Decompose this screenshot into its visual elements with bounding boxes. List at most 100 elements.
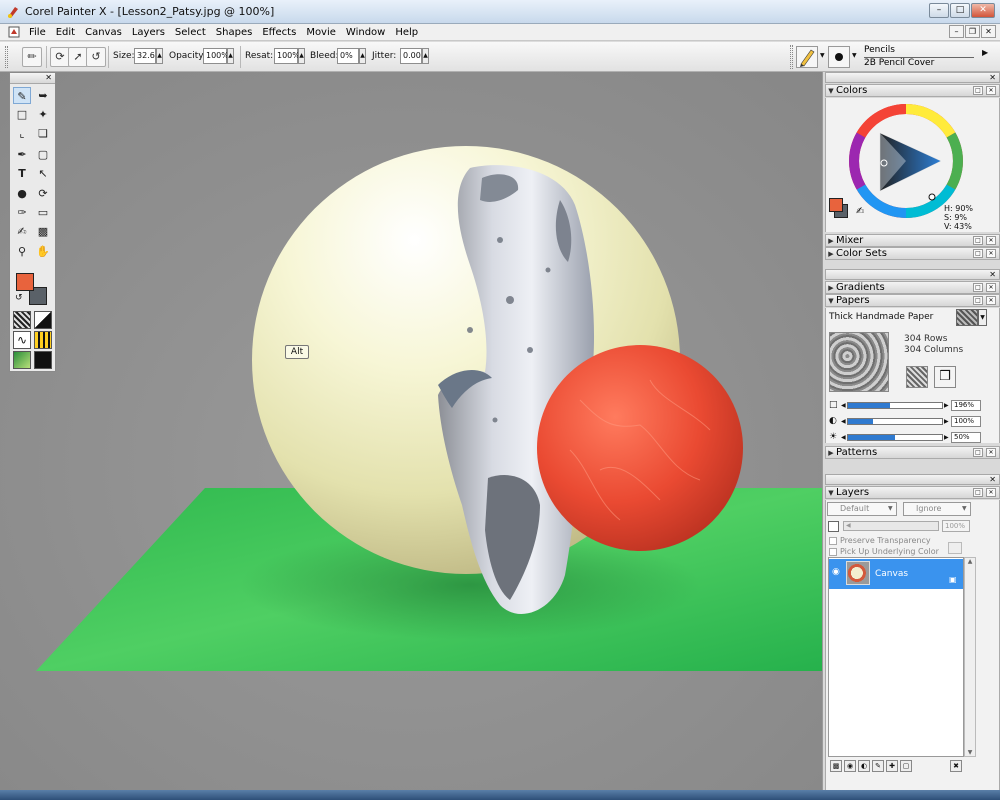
delete-layer-icon[interactable]: ✖ [950, 760, 962, 772]
contrast-right-arrow-icon[interactable]: ▶ [944, 418, 949, 425]
panel-options-icon[interactable]: □ [973, 86, 983, 95]
maximize-button[interactable]: □ [950, 3, 970, 18]
paper-contrast-value[interactable]: 100% [951, 416, 981, 427]
paper-selector-icon[interactable] [13, 311, 31, 329]
papers-panel-header[interactable]: ▼ Papers □ ✕ [825, 294, 1000, 307]
invert-paper-icon[interactable] [906, 366, 928, 388]
crop-icon[interactable]: ⌞ [13, 125, 31, 142]
pick-up-underlying-checkbox[interactable]: Pick Up Underlying Color [829, 547, 939, 556]
composite-method-select[interactable]: Default [827, 502, 897, 516]
pen-icon[interactable]: ✒ [13, 146, 31, 163]
brightness-right-arrow-icon[interactable]: ▶ [944, 434, 949, 441]
canvas-area[interactable] [0, 72, 822, 790]
brush-flyout-arrow-icon[interactable]: ▶ [982, 48, 988, 57]
magic-wand-icon[interactable]: ✦ [34, 106, 52, 123]
brush-icon[interactable]: ✎ [13, 87, 31, 104]
layer-opacity-slider[interactable]: ◀ [843, 521, 939, 531]
dodge-icon[interactable]: ● [13, 185, 31, 202]
paper-mode-icon[interactable]: ❒ [934, 366, 956, 388]
gradients-panel-header[interactable]: ▶ Gradients □ ✕ [825, 281, 1000, 294]
layer-list-scrollbar[interactable]: ▲ ▼ [964, 557, 976, 757]
swap-colors-icon[interactable]: ↺ [15, 293, 23, 303]
menu-help[interactable]: Help [390, 27, 423, 38]
preserve-transparency-checkbox[interactable]: Preserve Transparency [829, 536, 931, 545]
dropper-brush-icon[interactable]: ✑ [13, 204, 31, 221]
panel-close-icon[interactable]: ✕ [986, 236, 996, 245]
scale-left-arrow-icon[interactable]: ◀ [841, 402, 846, 409]
toolbox-close-icon[interactable]: ✕ [10, 73, 55, 84]
grabber-icon[interactable]: ✋ [34, 243, 52, 260]
gradient-selector-icon[interactable] [34, 311, 52, 329]
panel-options-icon[interactable]: □ [973, 236, 983, 245]
rectangle-shape-icon[interactable]: ▢ [34, 146, 52, 163]
doc-restore-button[interactable]: ❐ [965, 25, 980, 38]
jitter-spinner[interactable]: ▲ [422, 48, 429, 64]
color-wheel[interactable] [846, 101, 966, 221]
menu-select[interactable]: Select [170, 27, 211, 38]
straight-line-stroke-icon[interactable]: ➚ [68, 47, 88, 67]
selection-adjuster-icon[interactable]: ↖ [34, 165, 52, 182]
pencil-category-icon[interactable] [796, 46, 818, 68]
look-selector-icon[interactable] [13, 351, 31, 369]
rect-select-icon[interactable]: □ [13, 106, 31, 123]
bleed-spinner[interactable]: ▲ [359, 48, 366, 64]
nozzle-selector-icon[interactable] [34, 351, 52, 369]
new-layer-group-icon[interactable]: ▢ [900, 760, 912, 772]
panel-close-icon[interactable]: ✕ [986, 283, 996, 292]
mixer-panel-header[interactable]: ▶ Mixer □ ✕ [825, 234, 1000, 247]
eraser-icon[interactable]: ▭ [34, 204, 52, 221]
size-field[interactable]: 32.6 [134, 48, 156, 64]
colors-panel-header[interactable]: ▼ Colors □ ✕ [825, 84, 1000, 97]
eyedropper-icon[interactable]: ✍ [13, 223, 31, 240]
menu-canvas[interactable]: Canvas [80, 27, 127, 38]
panel-options-icon[interactable]: □ [973, 283, 983, 292]
layer-mask-icon[interactable]: ◐ [858, 760, 870, 772]
panel-options-icon[interactable]: □ [973, 296, 983, 305]
palette-close-icon[interactable]: ✕ [825, 474, 1000, 485]
resat-spinner[interactable]: ▲ [298, 48, 305, 64]
layer-opacity-value[interactable]: 100% [942, 520, 970, 532]
contrast-left-arrow-icon[interactable]: ◀ [841, 418, 846, 425]
property-bar-grip[interactable] [5, 46, 8, 68]
panel-close-icon[interactable]: ✕ [986, 86, 996, 95]
resat-field[interactable]: 100% [274, 48, 300, 64]
artwork-canvas[interactable] [0, 72, 822, 790]
menu-window[interactable]: Window [341, 27, 390, 38]
lasso-icon[interactable]: ⟳ [34, 185, 52, 202]
menu-edit[interactable]: Edit [51, 27, 80, 38]
patterns-panel-header[interactable]: ▶ Patterns □ ✕ [825, 446, 1000, 459]
brush-category-name[interactable]: Pencils [864, 45, 895, 55]
panel-options-icon[interactable]: □ [973, 448, 983, 457]
paper-dropdown-arrow-icon[interactable]: ▼ [978, 309, 987, 326]
category-dropdown-arrow-icon[interactable]: ▼ [820, 52, 825, 59]
layer-commands-icon[interactable]: ▩ [830, 760, 842, 772]
opacity-spinner[interactable]: ▲ [227, 48, 234, 64]
text-icon[interactable]: T [13, 165, 31, 182]
menu-layers[interactable]: Layers [127, 27, 170, 38]
collapse-triangle-icon[interactable]: ▼ [826, 87, 836, 95]
jitter-field[interactable]: 0.00 [400, 48, 422, 64]
menu-effects[interactable]: Effects [257, 27, 301, 38]
paper-scale-value[interactable]: 196% [951, 400, 981, 411]
close-button[interactable]: ✕ [971, 3, 995, 18]
panel-close-icon[interactable]: ✕ [986, 488, 996, 497]
brightness-left-arrow-icon[interactable]: ◀ [841, 434, 846, 441]
layers-panel-header[interactable]: ▼ Layers □ ✕ [825, 486, 1000, 499]
reset-tool-icon[interactable]: ↺ [86, 47, 106, 67]
document-icon[interactable] [8, 26, 20, 38]
panel-options-icon[interactable]: □ [973, 249, 983, 258]
bleed-field[interactable]: 0% [337, 48, 359, 64]
main-color-swatch[interactable] [16, 273, 34, 291]
menu-shapes[interactable]: Shapes [211, 27, 258, 38]
weaving-selector-icon[interactable] [34, 331, 52, 349]
paper-brightness-slider[interactable]: ☀ ◀ ▶ 50% [829, 432, 999, 443]
paper-contrast-slider[interactable]: ◐ ◀ ▶ 100% [829, 416, 999, 427]
variant-dab-icon[interactable] [828, 46, 850, 68]
paint-bucket-icon[interactable]: ▩ [34, 223, 52, 240]
brush-tool-icon[interactable]: ✏ [22, 47, 42, 67]
lock-layer-button[interactable] [948, 542, 962, 554]
layer-adjust-icon[interactable]: ✎ [872, 760, 884, 772]
transform-icon[interactable]: ❏ [34, 125, 52, 142]
doc-close-button[interactable]: ✕ [981, 25, 996, 38]
pattern-selector-icon[interactable]: ∿ [13, 331, 31, 349]
